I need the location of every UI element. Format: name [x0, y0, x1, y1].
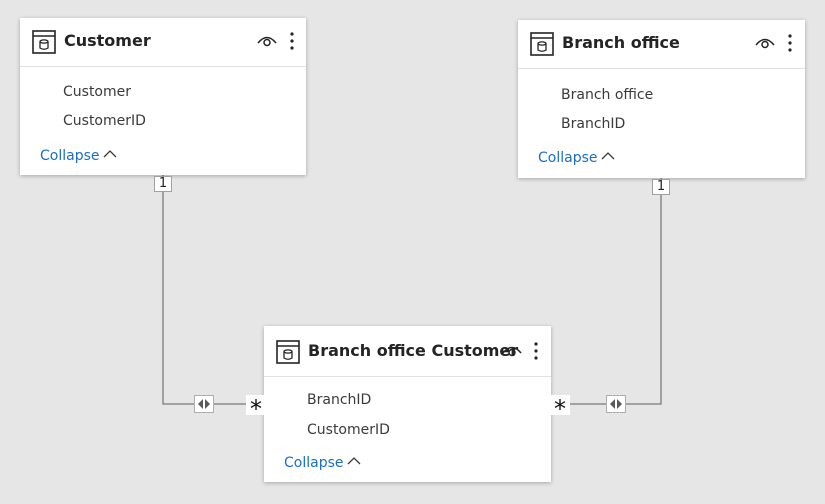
table-card-branch-office[interactable]: Branch office Branch office BranchID Col…	[518, 20, 805, 178]
bidirectional-filter-icon[interactable]	[606, 395, 626, 413]
eye-icon[interactable]	[257, 34, 277, 48]
bidirectional-arrows-icon	[610, 399, 622, 409]
collapse-link[interactable]: Collapse	[40, 148, 117, 164]
field-item[interactable]: Customer	[63, 84, 131, 100]
model-canvas[interactable]: Customer Customer CustomerID Collapse Br…	[0, 0, 825, 504]
table-icon	[32, 30, 56, 54]
cardinality-one-label[interactable]: 1	[652, 179, 670, 195]
collapse-link[interactable]: Collapse	[538, 150, 615, 166]
collapse-label: Collapse	[538, 150, 598, 166]
table-card-header[interactable]: Customer	[20, 18, 306, 67]
field-item[interactable]: BranchID	[561, 116, 625, 132]
relationship-line-branch-office	[551, 178, 662, 405]
collapse-label: Collapse	[40, 148, 100, 164]
more-options-icon[interactable]	[787, 33, 793, 53]
field-item[interactable]: BranchID	[307, 392, 371, 408]
table-card-branch-office-customer[interactable]: Branch office Customer BranchID Customer…	[264, 326, 551, 482]
table-title: Branch office Customer	[308, 341, 519, 360]
cardinality-many-label[interactable]: *	[550, 395, 570, 423]
table-icon	[276, 340, 300, 364]
table-card-header[interactable]: Branch office	[518, 20, 805, 69]
table-icon	[530, 32, 554, 56]
collapse-label: Collapse	[284, 455, 344, 471]
field-item[interactable]: Branch office	[561, 87, 653, 103]
more-options-icon[interactable]	[289, 31, 295, 51]
chevron-up-icon	[103, 150, 116, 158]
eye-icon[interactable]	[755, 36, 775, 50]
table-title: Customer	[64, 31, 151, 50]
cardinality-many-label[interactable]: *	[246, 395, 266, 423]
collapse-link[interactable]: Collapse	[284, 455, 361, 471]
eye-icon[interactable]	[502, 344, 522, 358]
field-item[interactable]: CustomerID	[63, 113, 146, 129]
bidirectional-filter-icon[interactable]	[194, 395, 214, 413]
field-item[interactable]: CustomerID	[307, 422, 390, 438]
chevron-up-icon	[347, 457, 360, 465]
relationship-line-customer	[162, 175, 263, 405]
bidirectional-arrows-icon	[198, 399, 210, 409]
chevron-up-icon	[601, 152, 614, 160]
table-title: Branch office	[562, 33, 680, 52]
table-card-header[interactable]: Branch office Customer	[264, 326, 551, 377]
more-options-icon[interactable]	[533, 341, 539, 361]
table-card-customer[interactable]: Customer Customer CustomerID Collapse	[20, 18, 306, 175]
cardinality-one-label[interactable]: 1	[154, 176, 172, 192]
